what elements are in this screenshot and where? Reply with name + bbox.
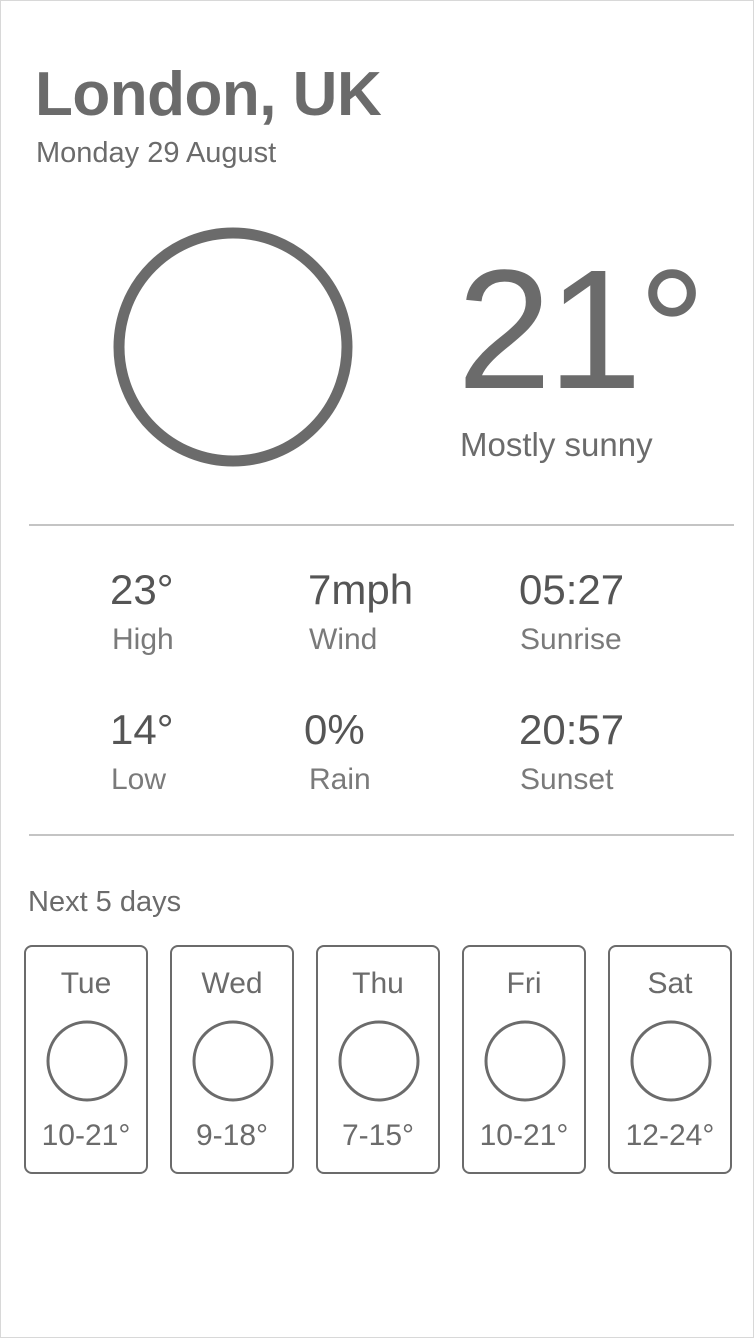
sun-icon <box>46 1020 128 1102</box>
stat-rain-value: 0% <box>304 706 365 753</box>
current-condition: Mostly sunny <box>460 426 653 463</box>
forecast-day-range: 12-24° <box>625 1119 715 1152</box>
divider-bottom <box>29 834 734 836</box>
stat-wind-label: Wind <box>309 623 378 656</box>
sun-icon <box>113 227 353 467</box>
stat-sunrise-value: 05:27 <box>519 566 625 613</box>
divider-top <box>29 524 734 526</box>
forecast-day-range: 7-15° <box>341 1119 415 1152</box>
stat-sunset-value: 20:57 <box>519 706 625 753</box>
stat-low-value: 14° <box>110 706 174 753</box>
forecast-card-sat[interactable]: Sat 12-24° <box>608 945 732 1174</box>
forecast-card-thu[interactable]: Thu 7-15° <box>316 945 440 1174</box>
stat-rain-label: Rain <box>309 763 371 796</box>
stat-low-label: Low <box>111 763 167 796</box>
forecast-day-name: Sat <box>647 967 693 1000</box>
sun-icon <box>630 1020 712 1102</box>
forecast-card-wed[interactable]: Wed 9-18° <box>170 945 294 1174</box>
forecast-day-range: 10-21° <box>41 1119 131 1152</box>
forecast-day-name: Fri <box>506 967 542 1000</box>
current-date: Monday 29 August <box>36 137 277 169</box>
forecast-card-fri[interactable]: Fri 10-21° <box>462 945 586 1174</box>
location-title: London, UK <box>35 60 382 129</box>
sun-icon <box>338 1020 420 1102</box>
stat-high-label: High <box>112 623 174 656</box>
forecast-title: Next 5 days <box>28 886 182 918</box>
sun-icon <box>484 1020 566 1102</box>
stat-sunrise-label: Sunrise <box>520 623 622 656</box>
stat-wind-value: 7mph <box>308 566 414 613</box>
forecast-day-range: 10-21° <box>479 1119 569 1152</box>
forecast-day-name: Tue <box>60 967 112 1000</box>
sun-icon <box>192 1020 274 1102</box>
current-temperature: 21° <box>457 235 706 425</box>
stat-sunset-label: Sunset <box>520 763 614 796</box>
forecast-day-range: 9-18° <box>195 1119 269 1152</box>
app-frame: London, UK Monday 29 August 21° Mostly s… <box>0 0 754 1338</box>
forecast-day-name: Wed <box>201 967 263 1000</box>
stat-high-value: 23° <box>110 566 174 613</box>
forecast-card-tue[interactable]: Tue 10-21° <box>24 945 148 1174</box>
forecast-day-name: Thu <box>352 967 404 1000</box>
